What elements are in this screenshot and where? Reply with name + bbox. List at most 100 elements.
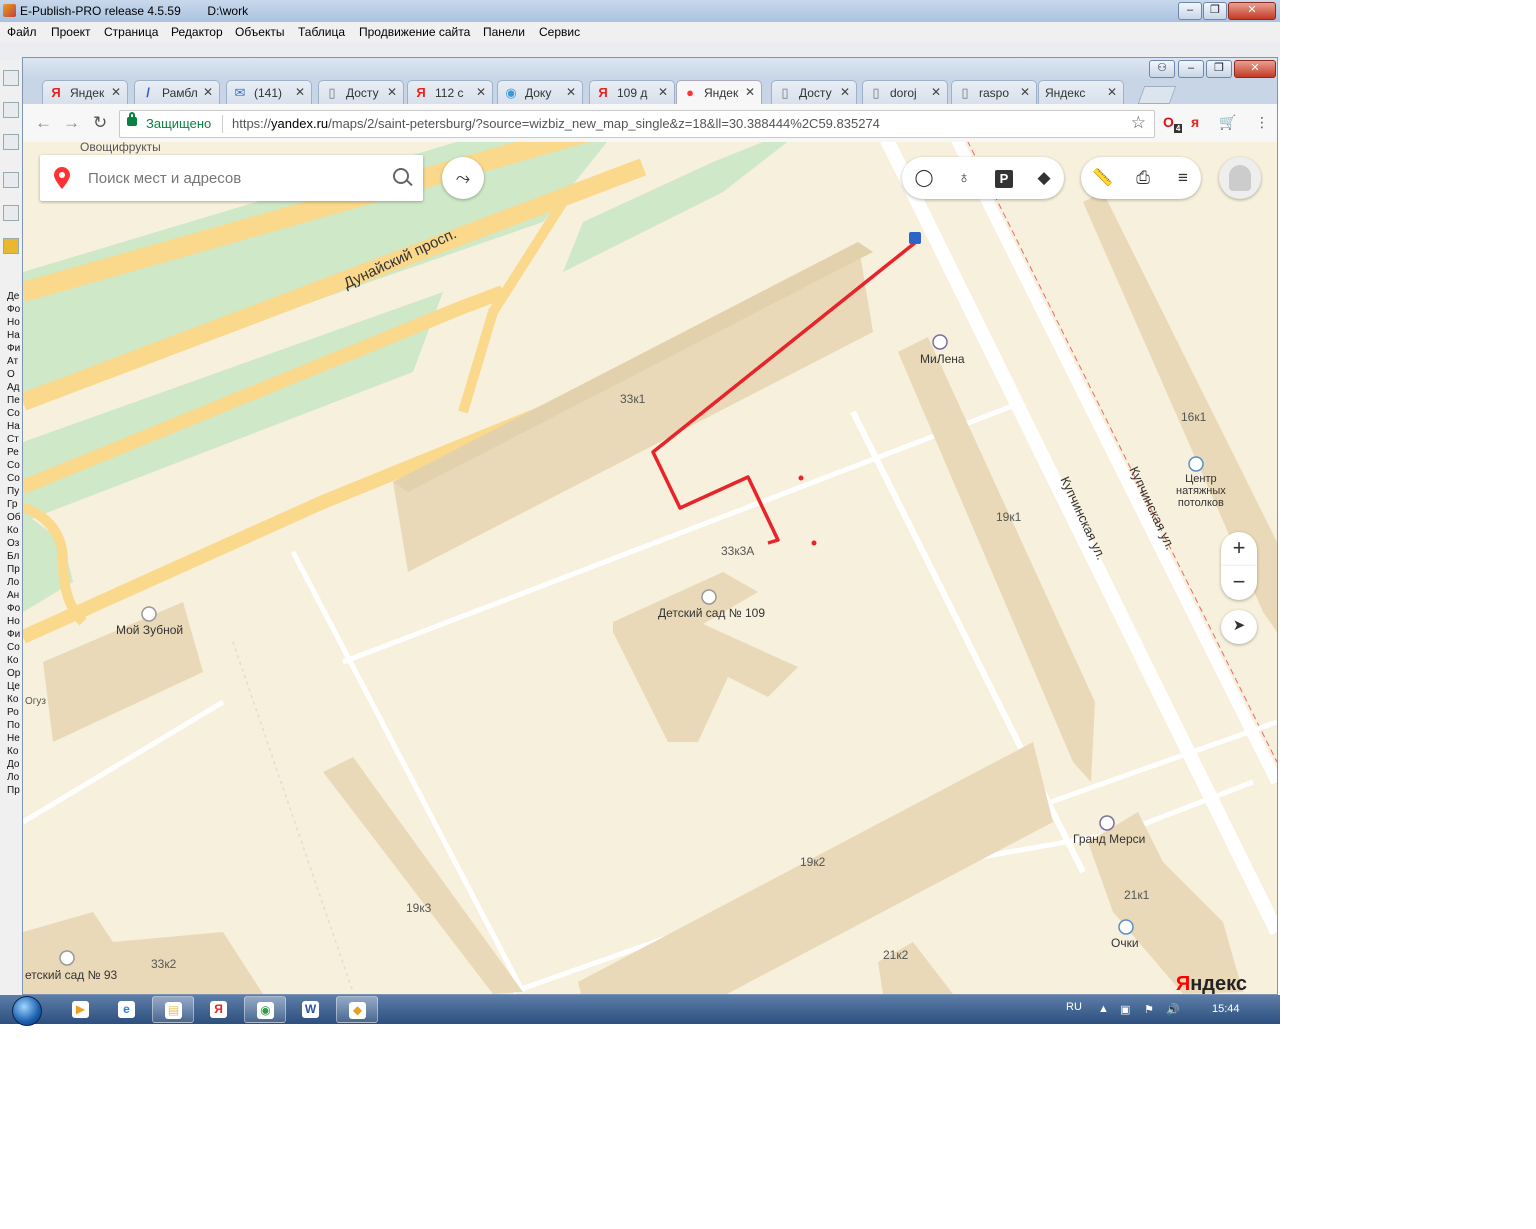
- browser-tab[interactable]: ▯ raspo ✕: [951, 80, 1037, 104]
- left-list-item[interactable]: Це: [7, 680, 21, 693]
- browser-tab[interactable]: / Рамбл ✕: [134, 80, 220, 104]
- menu-editor[interactable]: Редактор: [171, 25, 223, 39]
- panorama-icon[interactable]: ♁: [944, 157, 984, 199]
- left-list-item[interactable]: Со: [7, 459, 21, 472]
- reload-icon[interactable]: ↻: [93, 113, 107, 133]
- left-list-item[interactable]: Пе: [7, 394, 21, 407]
- left-list-item[interactable]: Де: [7, 290, 21, 303]
- yandex-extension-icon[interactable]: я: [1191, 114, 1199, 130]
- left-list-item[interactable]: Оз: [7, 537, 21, 550]
- left-list-item[interactable]: Ад: [7, 381, 21, 394]
- menu-panels[interactable]: Панели: [483, 25, 525, 39]
- left-list-item[interactable]: По: [7, 719, 21, 732]
- back-arrow-icon[interactable]: ←: [35, 113, 52, 133]
- left-list-item[interactable]: Фо: [7, 303, 21, 316]
- start-button[interactable]: [8, 995, 46, 1026]
- url-text[interactable]: https://yandex.ru/maps/2/saint-petersbur…: [232, 116, 880, 131]
- left-list-item[interactable]: Ко: [7, 524, 21, 537]
- hairdresser-icon[interactable]: [1099, 815, 1115, 831]
- menu-table[interactable]: Таблица: [298, 25, 345, 39]
- left-list-item[interactable]: Пу: [7, 485, 21, 498]
- left-list-item[interactable]: Ан: [7, 589, 21, 602]
- browser-tab[interactable]: Яндекс ✕: [1038, 80, 1124, 104]
- left-list-item[interactable]: Ко: [7, 693, 21, 706]
- tray-flag-icon[interactable]: ⚑: [1144, 1003, 1154, 1016]
- forward-arrow-icon[interactable]: →: [63, 113, 80, 133]
- taskbar-app-epublish[interactable]: ◆: [336, 996, 378, 1023]
- left-list-item[interactable]: Гр: [7, 498, 21, 511]
- left-list-item[interactable]: Ор: [7, 667, 21, 680]
- traffic-icon[interactable]: ◯: [904, 157, 944, 199]
- cart-extension-icon[interactable]: 🛒: [1219, 114, 1236, 131]
- browser-tab[interactable]: ✉ (141) ✕: [226, 80, 312, 104]
- tray-clock[interactable]: 15:44: [1212, 1003, 1240, 1015]
- left-list-item[interactable]: Пр: [7, 563, 21, 576]
- menu-site-promotion[interactable]: Продвижение сайта: [359, 25, 470, 39]
- left-list-item[interactable]: Ко: [7, 745, 21, 758]
- browser-tab[interactable]: ▯ Досту ✕: [318, 80, 404, 104]
- tab-close-icon[interactable]: ✕: [1107, 85, 1117, 99]
- bus-stop-icon[interactable]: [909, 232, 921, 244]
- menu-icon[interactable]: ≡: [1163, 157, 1203, 199]
- left-tool-button[interactable]: [3, 205, 19, 221]
- left-list-item[interactable]: Фо: [7, 602, 21, 615]
- left-tool-button[interactable]: [3, 102, 19, 118]
- parking-icon[interactable]: P: [984, 157, 1024, 199]
- browser-tab[interactable]: ◉ Доку ✕: [497, 80, 583, 104]
- left-list-item[interactable]: На: [7, 420, 21, 433]
- left-list-item[interactable]: Но: [7, 316, 21, 329]
- menu-objects[interactable]: Объекты: [235, 25, 285, 39]
- left-list-item[interactable]: До: [7, 758, 21, 771]
- ruler-icon[interactable]: 📏: [1083, 157, 1123, 199]
- new-tab-button[interactable]: [1137, 86, 1177, 104]
- outer-minimize-button[interactable]: –: [1178, 2, 1202, 20]
- menu-file[interactable]: Файл: [7, 25, 37, 39]
- chrome-maximize-button[interactable]: ❐: [1206, 60, 1232, 78]
- browser-tab[interactable]: Я 112 с ✕: [407, 80, 493, 104]
- map-canvas[interactable]: Овощифрукты Дунайский просп. 33к1 МиЛена…: [23, 142, 1277, 994]
- layers-icon[interactable]: ◆: [1024, 157, 1064, 199]
- opera-extension-icon[interactable]: O4: [1163, 114, 1183, 133]
- print-icon[interactable]: ⎙: [1123, 157, 1163, 199]
- left-tool-button[interactable]: [3, 134, 19, 150]
- browser-tab[interactable]: ▯ Досту ✕: [771, 80, 857, 104]
- menu-project[interactable]: Проект: [51, 25, 91, 39]
- kindergarten-icon[interactable]: [59, 950, 75, 966]
- tray-language[interactable]: RU: [1066, 1001, 1082, 1013]
- left-list-item[interactable]: О: [7, 368, 21, 381]
- taskbar-app-chrome[interactable]: ◉: [244, 996, 286, 1023]
- browser-tab[interactable]: Я 109 д ✕: [589, 80, 675, 104]
- left-list-item[interactable]: Фи: [7, 628, 21, 641]
- tray-arrow-icon[interactable]: ▲: [1098, 1003, 1109, 1015]
- left-tool-button[interactable]: [3, 238, 19, 254]
- tab-close-icon[interactable]: ✕: [931, 85, 941, 99]
- map-search-box[interactable]: Поиск мест и адресов: [40, 155, 423, 201]
- taskbar-app-ie[interactable]: e: [106, 996, 148, 1023]
- tab-close-icon[interactable]: ✕: [745, 85, 755, 99]
- left-list-item[interactable]: Ло: [7, 576, 21, 589]
- chrome-user-button[interactable]: ⚇: [1149, 60, 1175, 78]
- tab-close-icon[interactable]: ✕: [476, 85, 486, 99]
- zoom-in-button[interactable]: +: [1221, 532, 1257, 566]
- browser-tab[interactable]: Я Яндек ✕: [42, 80, 128, 104]
- left-list-item[interactable]: Ат: [7, 355, 21, 368]
- left-list-item[interactable]: Ро: [7, 706, 21, 719]
- geolocation-icon[interactable]: ➤: [1221, 610, 1257, 644]
- browser-tab[interactable]: ● Яндек ✕: [676, 80, 762, 105]
- search-icon[interactable]: [393, 168, 409, 184]
- user-avatar-icon[interactable]: [1219, 157, 1261, 199]
- chrome-menu-icon[interactable]: ⋮: [1255, 114, 1269, 131]
- taskbar-app-media[interactable]: ▶: [60, 996, 102, 1023]
- left-list-item[interactable]: Со: [7, 407, 21, 420]
- menu-page[interactable]: Страница: [104, 25, 158, 39]
- left-list-item[interactable]: На: [7, 329, 21, 342]
- bookmark-star-icon[interactable]: ☆: [1131, 113, 1146, 133]
- outer-close-button[interactable]: ✕: [1228, 2, 1276, 20]
- left-list-item[interactable]: Со: [7, 641, 21, 654]
- tray-network-icon[interactable]: ▣: [1120, 1003, 1130, 1016]
- tab-close-icon[interactable]: ✕: [387, 85, 397, 99]
- left-tool-button[interactable]: [3, 172, 19, 188]
- left-list-item[interactable]: Фи: [7, 342, 21, 355]
- left-list-item[interactable]: Ло: [7, 771, 21, 784]
- tab-close-icon[interactable]: ✕: [295, 85, 305, 99]
